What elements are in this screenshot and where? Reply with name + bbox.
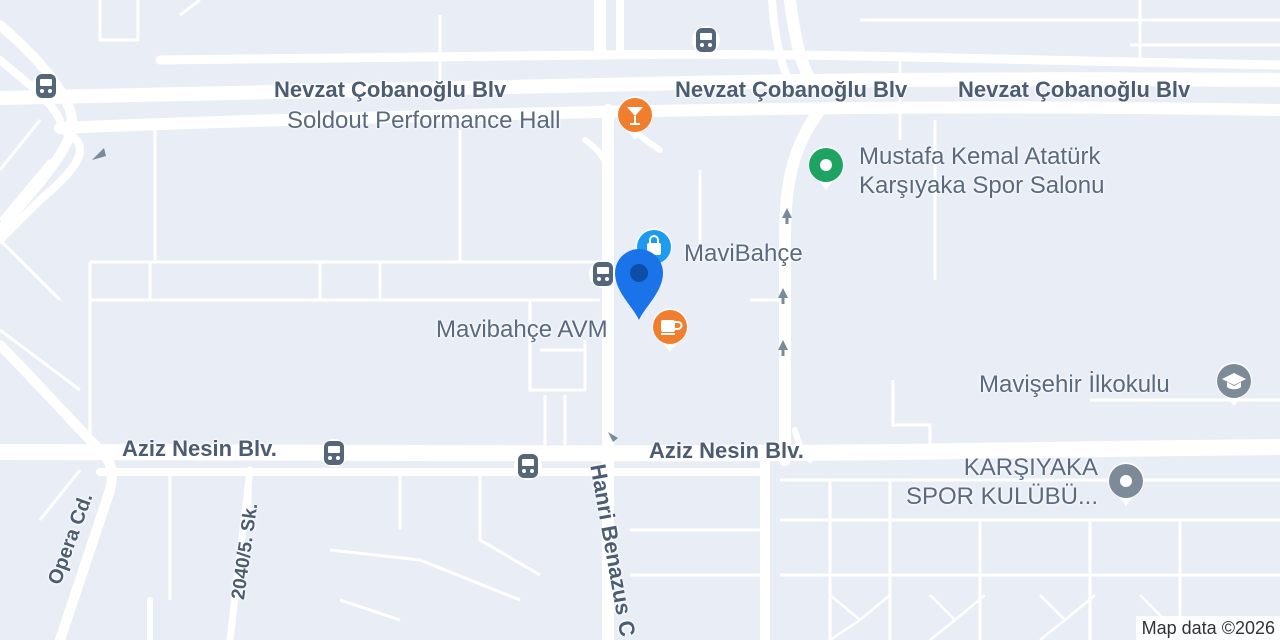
bus-stop-icon[interactable] <box>512 450 544 482</box>
poi-label-mavibahce-avm[interactable]: Mavibahçe AVM <box>436 315 608 344</box>
cocktail-icon[interactable] <box>615 94 655 142</box>
poi-label-ilkokulu[interactable]: Mavişehir İlkokulu <box>979 370 1170 399</box>
road-label-nevzat-1: Nevzat Çobanoğlu Blv <box>274 77 507 102</box>
poi-label-kulubu-line2: SPOR KULÜBÜ... <box>905 483 1098 510</box>
road-label-aziz-nesin-east: Aziz Nesin Blv. <box>649 438 804 463</box>
school-icon[interactable] <box>1214 360 1254 408</box>
map-attribution: Map data ©2026 <box>1135 616 1280 640</box>
map-canvas[interactable]: Nevzat Çobanoğlu Blv Nevzat Çobanoğlu Bl… <box>0 0 1280 640</box>
poi-label-mustafa-line1: Mustafa Kemal Atatürk <box>859 143 1101 170</box>
poi-label-soldout[interactable]: Soldout Performance Hall <box>287 106 560 135</box>
poi-label-mavibahce[interactable]: MaviBahçe <box>684 239 803 268</box>
road-label-aziz-nesin-west: Aziz Nesin Blv. <box>122 436 277 461</box>
bus-stop-icon[interactable] <box>318 437 350 469</box>
poi-label-mustafa-kemal[interactable]: Mustafa Kemal Atatürk Karşıyaka Spor Sal… <box>859 142 1104 200</box>
poi-label-karsiyaka-spor-kulubu[interactable]: KARŞIYAKA SPOR KULÜBÜ... <box>898 453 1098 511</box>
poi-label-mustafa-line2: Karşıyaka Spor Salonu <box>859 172 1105 199</box>
poi-label-kulubu-line1: KARŞIYAKA <box>963 454 1098 481</box>
coffee-icon[interactable] <box>650 306 690 354</box>
sports-icon[interactable] <box>806 144 846 192</box>
tram-stop-icon[interactable] <box>30 70 62 102</box>
park-paths <box>829 594 1167 640</box>
road-label-nevzat-2: Nevzat Çobanoğlu Blv <box>675 77 908 102</box>
place-icon[interactable] <box>1106 460 1146 508</box>
road-label-nevzat-3: Nevzat Çobanoğlu Blv <box>958 77 1191 102</box>
bus-stop-icon[interactable] <box>690 24 722 56</box>
